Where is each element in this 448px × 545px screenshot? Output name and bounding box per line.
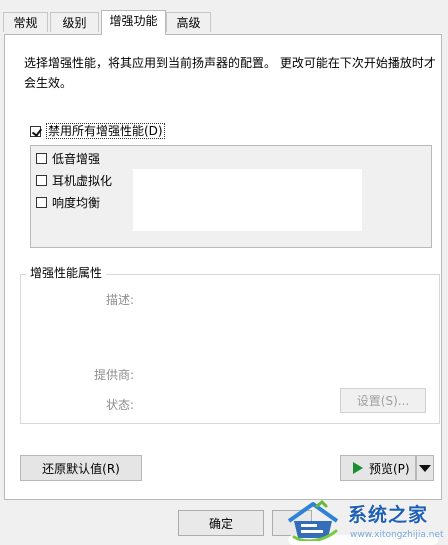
enhancement-item-bass-boost[interactable]: 低音增强 [36,149,100,167]
preview-label: 预览(P) [369,461,410,476]
ok-button[interactable]: 确定 [178,510,264,536]
settings-button[interactable]: 设置(S)... [340,388,426,413]
enhancement-label-headphone-virtualization: 耳机虚拟化 [52,173,113,188]
chevron-down-icon [419,464,431,472]
preview-button[interactable]: 预览(P) [340,455,416,481]
enhancements-dialog: 常规 级别 增强功能 高级 选择增强性能，将其应用到当前扬声器的配置。 更改可能… [0,0,448,545]
enhancement-list: 低音增强 耳机虚拟化 响度均衡 [30,145,432,248]
dialog-tabs: 常规 级别 增强功能 高级 [3,10,443,35]
disable-all-label: 禁用所有增强性能(D) [46,123,165,139]
provider-label: 提供商: [93,368,134,382]
watermark-title: 系统之家 [348,504,429,526]
checkbox-icon[interactable] [36,174,47,186]
restore-defaults-button[interactable]: 还原默认值(R) [20,455,142,481]
enhancement-label-bass-boost: 低音增强 [52,151,101,166]
checkbox-icon[interactable] [36,152,47,164]
description-label: 描述: [105,293,134,307]
watermark: 系统之家 www.xitongzhijia.net [278,491,446,545]
preview-dropdown-button[interactable] [416,455,434,481]
disable-all-enhancements-checkbox[interactable]: 禁用所有增强性能(D) [30,123,165,139]
status-label: 状态: [105,398,134,412]
tab-general[interactable]: 常规 [3,12,48,32]
play-icon [353,462,363,474]
enhancement-item-headphone-virtualization[interactable]: 耳机虚拟化 [36,171,112,189]
checkbox-icon[interactable] [36,196,47,208]
enhancement-properties-title: 增强性能属性 [26,265,107,281]
enhancement-label-loudness-equalization: 响度均衡 [52,195,101,210]
tab-levels[interactable]: 级别 [50,12,99,32]
enhancement-item-loudness-equalization[interactable]: 响度均衡 [36,193,100,211]
checked-checkbox-icon[interactable] [30,125,41,137]
enhancements-description: 选择增强性能，将其应用到当前扬声器的配置。 更改可能在下次开始播放时才会生效。 [24,56,436,90]
tab-advanced[interactable]: 高级 [166,12,211,32]
tab-enhancements[interactable]: 增强功能 [101,10,166,35]
list-preview-area [133,169,362,231]
watermark-url: www.xitongzhijia.net [350,530,444,540]
house-icon [287,499,339,541]
